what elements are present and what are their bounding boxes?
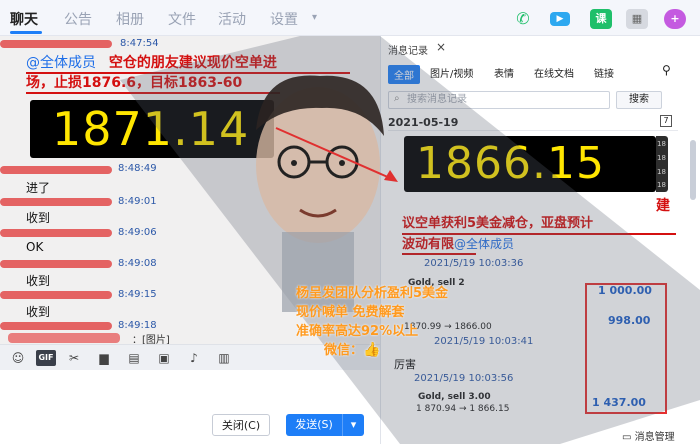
tab-album[interactable]: 相册 [116, 9, 144, 29]
chevron-down-icon[interactable]: ▾ [312, 12, 317, 23]
video-call-icon[interactable]: ▶ [550, 12, 570, 26]
close-button[interactable]: 关闭(C) [212, 414, 270, 436]
gif-icon[interactable]: GIF [36, 350, 56, 366]
tab-activity[interactable]: 活动 [218, 9, 246, 29]
history-search-input[interactable]: 搜索消息记录 [388, 91, 610, 109]
mention-all[interactable]: @全体成员 [26, 55, 96, 71]
divider [388, 130, 678, 131]
document-icon[interactable]: ▤ [126, 350, 142, 366]
message-text: OK [26, 240, 44, 254]
timestamp: 8:49:01 [118, 196, 157, 207]
active-tab-indicator [10, 31, 42, 34]
history-title: 消息记录 [388, 46, 428, 57]
thumbs-up-icon: 👍 [363, 342, 381, 358]
timestamp: 8:49:08 [118, 258, 157, 269]
mention-callout: @全体成员 空仓的朋友建议现价空单进 [26, 53, 277, 73]
trade-prices: 1 870.94 → 1 866.15 [416, 404, 510, 414]
highlight-box [585, 283, 667, 414]
message-text: 收到 [26, 211, 51, 225]
redacted-reply [8, 333, 120, 343]
ticker-scale-label: 18 [657, 140, 666, 148]
send-button[interactable]: 发送(S) [286, 414, 342, 436]
redacted-sender [0, 40, 112, 48]
filter-media[interactable]: 图片/视频 [430, 65, 473, 80]
callout-text-line2: 场，止损1876.6，目标1863-60 [26, 75, 243, 91]
mention-all[interactable]: @全体成员 [454, 237, 514, 251]
tab-chat[interactable]: 聊天 [10, 9, 38, 29]
message-manage-label: 消息管理 [634, 432, 675, 443]
price-ticker-2: 1866.15 [404, 136, 656, 192]
bell-icon[interactable]: ♪ [186, 350, 202, 366]
message-text: 进了 [26, 181, 51, 195]
message-manage-link[interactable]: ▭ 消息管理 [622, 428, 675, 443]
history-timestamp: 2021/5/19 10:03:41 [434, 336, 534, 347]
send-options-chevron-icon[interactable]: ▾ [342, 414, 364, 436]
message-text: 收到 [26, 305, 51, 319]
more-icon[interactable]: ▥ [216, 350, 232, 366]
underline [26, 92, 280, 94]
redacted-sender [0, 198, 112, 206]
phone-icon[interactable]: ✆ [512, 9, 534, 29]
message-text: 收到 [26, 274, 51, 288]
timestamp: 8:48:49 [118, 163, 157, 174]
filter-stickers[interactable]: 表情 [494, 65, 514, 80]
timestamp: 8:49:06 [118, 227, 157, 238]
timestamp: 8:49:18 [118, 320, 157, 331]
apps-icon[interactable]: ▦ [626, 9, 648, 29]
ticker-price: 1866.15 [416, 138, 605, 189]
folder-icon[interactable]: ▆ [96, 350, 112, 366]
filter-all[interactable]: 全部 [388, 65, 420, 84]
history-callout-line2: 波动有限@全体成员 [402, 234, 514, 255]
top-tab-bar: 聊天 公告 相册 文件 活动 设置 ▾ ✆ ▶ 课 ▦ + [0, 0, 700, 36]
add-icon[interactable]: + [664, 9, 686, 29]
promo-line: 杨呈发团队分析盈利5美金 [296, 286, 449, 301]
underline [402, 253, 476, 255]
close-history-icon[interactable]: × [436, 40, 446, 54]
ticker-scale-label: 18 [657, 168, 666, 176]
redacted-sender [0, 260, 112, 268]
ticker-scale: 18 18 18 18 [656, 136, 668, 192]
redacted-sender [0, 166, 112, 174]
promo-line: 微信：👍 [296, 341, 448, 360]
filter-docs[interactable]: 在线文档 [534, 65, 574, 80]
redacted-sender [0, 322, 112, 330]
trade-name: Gold, sell 3.00 [418, 392, 491, 402]
emoji-icon[interactable]: ☺ [10, 350, 26, 366]
search-icon: ⌕ [394, 93, 400, 104]
image-icon[interactable]: ▣ [156, 350, 172, 366]
ticker-price: 1871.14 [52, 102, 250, 156]
callout-text-line1: 空仓的朋友建议现价空单进 [108, 55, 277, 71]
redacted-sender [0, 291, 112, 299]
scissors-icon[interactable]: ✂ [66, 350, 82, 366]
history-callout-line1: 议空单获利5美金减仓，亚盘预计 [402, 216, 594, 231]
tab-notice[interactable]: 公告 [64, 9, 92, 29]
ticker-scale-label: 18 [657, 181, 666, 189]
callout-jian: 建 [656, 198, 670, 214]
ticker-scale-label: 18 [657, 154, 666, 162]
timestamp: 8:49:15 [118, 289, 157, 300]
history-timestamp: 2021/5/19 10:03:36 [424, 258, 524, 269]
calendar-icon[interactable]: 7 [660, 115, 672, 127]
promo-line: 准确率高达92%以上 [296, 324, 419, 339]
redacted-sender [0, 229, 112, 237]
promo-wechat-label: 微信： [324, 343, 364, 358]
promo-watermark: 杨呈发团队分析盈利5美金 现价喊单 免费解套 准确率高达92%以上 微信：👍 [296, 284, 448, 360]
filter-icon[interactable]: ⚲ [662, 63, 671, 77]
filter-links[interactable]: 链接 [594, 65, 614, 80]
homework-icon[interactable]: 课 [590, 9, 612, 29]
tab-settings[interactable]: 设置 [270, 9, 298, 29]
tab-files[interactable]: 文件 [168, 9, 196, 29]
promo-line: 现价喊单 免费解套 [296, 305, 405, 320]
history-search-button[interactable]: 搜索 [616, 91, 662, 109]
history-timestamp: 2021/5/19 10:03:56 [414, 373, 514, 384]
price-ticker-1: 1871.14 [30, 100, 274, 158]
callout-text: 波动有限 [402, 237, 455, 252]
history-scrollbar[interactable] [690, 140, 696, 200]
history-date: 2021-05-19 [388, 116, 459, 129]
timestamp: 8:47:54 [120, 38, 159, 49]
